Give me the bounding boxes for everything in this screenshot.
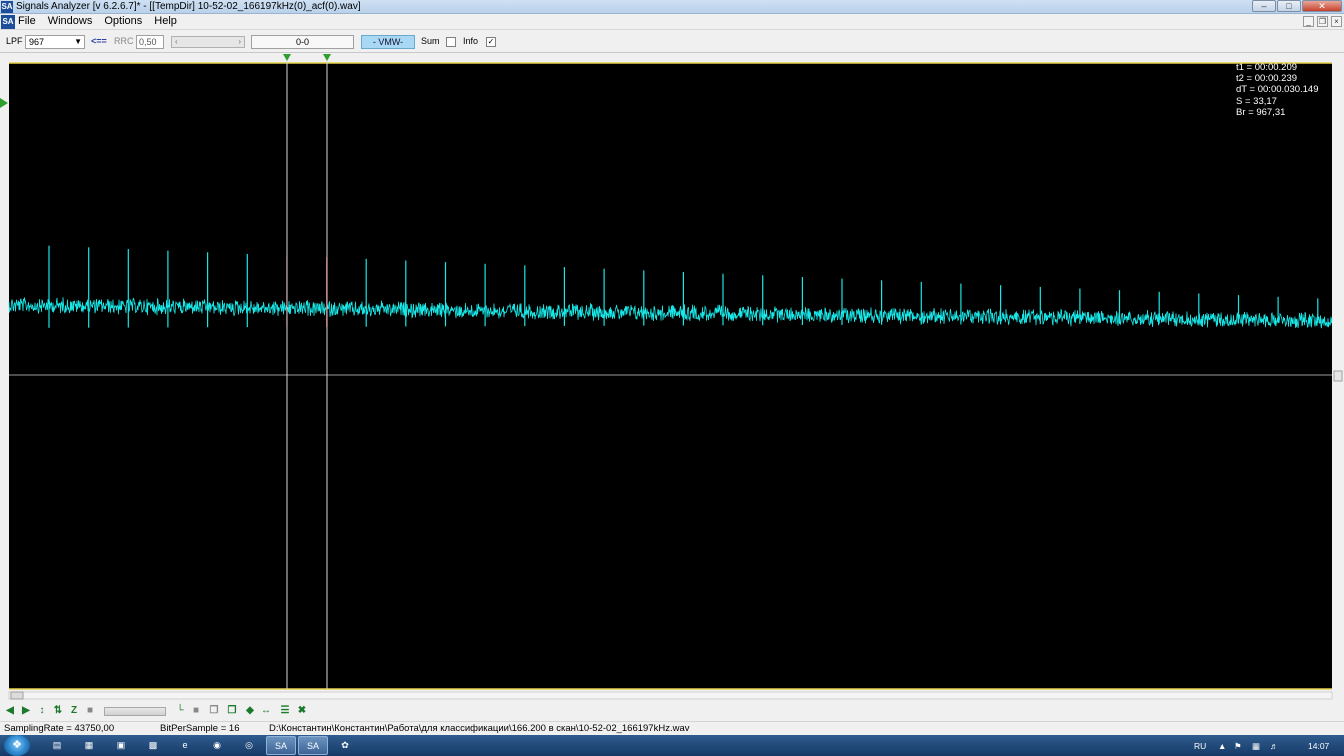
excel-icon[interactable]: ▣ xyxy=(106,736,136,755)
maximize-icon[interactable]: □ xyxy=(1277,0,1301,12)
zoom-slider[interactable] xyxy=(104,707,166,716)
info-label: Info xyxy=(463,36,479,46)
status-bar: SamplingRate = 43750,00 BitPerSample = 1… xyxy=(0,721,1344,735)
language-indicator[interactable]: RU xyxy=(1194,741,1206,751)
chevron-down-icon: ▼ xyxy=(74,37,82,46)
diamond-icon[interactable]: ◆ xyxy=(244,705,256,717)
close-icon[interactable]: ✕ xyxy=(1302,0,1342,12)
zoom-vertical-icon[interactable]: ↕ xyxy=(36,705,48,717)
system-tray: RU ▲ ⚑ ▦ ♬ 14:07 xyxy=(1184,735,1344,756)
cursor-t1-marker xyxy=(283,54,291,61)
scroll-right-icon[interactable]: › xyxy=(238,37,241,46)
menu-options[interactable]: Options xyxy=(104,14,142,29)
window-controls: – □ ✕ xyxy=(1252,0,1342,13)
horizontal-scrollbar xyxy=(8,691,1333,700)
rrc-input[interactable]: 0,50 xyxy=(136,35,164,49)
minimize-icon[interactable]: – xyxy=(1252,0,1276,12)
mdi-restore-icon[interactable]: ❐ xyxy=(1317,16,1328,27)
bottom-toolbar: ◀ ▶ ↕ ⇅ Z ■ └ ■ ❐ ❐ ◆ ↔ ☰ ✖ xyxy=(0,701,1344,721)
menu-list: File Windows Options Help xyxy=(18,14,177,29)
crop-icon[interactable]: └ xyxy=(174,705,186,717)
menu-file[interactable]: File xyxy=(18,14,36,29)
app-icon: SA xyxy=(1,1,13,13)
bars-icon[interactable]: ☰ xyxy=(279,705,291,717)
s-readout: S = 33,17 xyxy=(1236,95,1277,107)
sampling-rate: SamplingRate = 43750,00 xyxy=(4,723,115,734)
range-field[interactable]: 0-0 xyxy=(251,35,354,49)
t2-readout: t2 = 00:00.239 xyxy=(1236,73,1298,85)
rrc-label: RRC xyxy=(114,36,134,46)
mdi-app-icon[interactable]: SA xyxy=(1,15,15,29)
mode-button[interactable]: - VMW- xyxy=(361,35,415,49)
file-path: D:\Константин\Константин\Работа\для клас… xyxy=(269,723,690,734)
taskbar: ❖ ▤ ▦ ▣ ▩ e ◉ ◎ SA SA ✿ RU ▲ ⚑ ▦ ♬ 14:07 xyxy=(0,735,1344,756)
ie-icon[interactable]: e xyxy=(170,736,200,755)
totalcmd-icon[interactable]: ▦ xyxy=(74,736,104,755)
toolbar: LPF 967 ▼ <== RRC 0,50 ‹ › 0-0 - VMW- Su… xyxy=(0,31,1344,53)
measurement-panel: t1 = 00:00.209 t2 = 00:00.239 dT = 00:00… xyxy=(1236,62,1319,118)
zoom-fit-vertical-icon[interactable]: ⇅ xyxy=(52,705,64,717)
nav-left-right-icon[interactable]: ◀ xyxy=(4,705,16,717)
lpf-value: 967 xyxy=(29,37,45,47)
flag-icon[interactable]: ⚑ xyxy=(1234,741,1242,752)
copy-icon[interactable]: ❐ xyxy=(208,705,220,717)
offset-scrollbar[interactable]: ‹ › xyxy=(171,36,245,48)
menu-bar: SA File Windows Options Help _ ❐ × xyxy=(0,14,1344,30)
apply-arrow-button[interactable]: <== xyxy=(91,36,107,46)
explorer-icon[interactable]: ▤ xyxy=(42,736,72,755)
start-button-icon[interactable]: ❖ xyxy=(4,735,30,756)
cross-icon[interactable]: ✖ xyxy=(296,705,308,717)
zoom-plus-icon[interactable]: Z xyxy=(68,705,80,717)
vertical-scroll-thumb xyxy=(1333,370,1343,382)
signal-plot[interactable] xyxy=(0,53,1344,701)
sum-checkbox[interactable] xyxy=(446,37,456,47)
clock[interactable]: 14:07 xyxy=(1308,741,1329,751)
mdi-minimize-icon[interactable]: _ xyxy=(1303,16,1314,27)
bits-per-sample: BitPerSample = 16 xyxy=(160,723,240,734)
menu-help[interactable]: Help xyxy=(154,14,177,29)
plot-area[interactable]: t1 = 00:00.209 t2 = 00:00.239 dT = 00:00… xyxy=(0,53,1344,701)
lpf-label: LPF xyxy=(6,36,23,46)
tray-expand-icon[interactable]: ▲ xyxy=(1218,741,1226,751)
network-icon[interactable]: ▦ xyxy=(1252,741,1260,752)
nav-fit-icon[interactable]: ▶ xyxy=(20,705,32,717)
sum-label: Sum xyxy=(421,36,440,46)
br-readout: Br = 967,31 xyxy=(1236,106,1286,118)
signals-analyzer-1-icon[interactable]: SA xyxy=(266,736,296,755)
chrome-icon[interactable]: ◎ xyxy=(234,736,264,755)
mdi-controls: _ ❐ × xyxy=(1303,16,1342,27)
fit-width-icon[interactable]: ↔ xyxy=(260,705,272,717)
cursor-t2-marker xyxy=(323,54,331,61)
left-level-marker xyxy=(0,98,8,108)
t1-readout: t1 = 00:00.209 xyxy=(1236,62,1298,73)
stop-icon[interactable]: ■ xyxy=(84,705,96,717)
sheet-icon[interactable]: ▩ xyxy=(138,736,168,755)
title-bar: SA Signals Analyzer [v 6.2.6.7]* - [[Tem… xyxy=(0,0,1344,14)
plot-background xyxy=(9,63,1332,689)
horizontal-scroll-thumb xyxy=(10,691,24,700)
volume-icon[interactable]: ♬ xyxy=(1270,741,1279,751)
speaker-app-icon[interactable]: ◉ xyxy=(202,736,232,755)
info-checkbox[interactable]: ✓ xyxy=(486,37,496,47)
stop-square-icon[interactable]: ■ xyxy=(190,705,202,717)
window-title: Signals Analyzer [v 6.2.6.7]* - [[TempDi… xyxy=(16,1,361,12)
lpf-select[interactable]: 967 ▼ xyxy=(25,35,85,49)
dt-readout: dT = 00:00.030.149 xyxy=(1236,84,1319,96)
menu-windows[interactable]: Windows xyxy=(48,14,93,29)
scroll-left-icon[interactable]: ‹ xyxy=(175,37,178,46)
mdi-close-icon[interactable]: × xyxy=(1331,16,1342,27)
signals-analyzer-2-icon[interactable]: SA xyxy=(298,736,328,755)
paste-icon[interactable]: ❐ xyxy=(226,705,238,717)
screen: SA Signals Analyzer [v 6.2.6.7]* - [[Tem… xyxy=(0,0,1344,756)
paint-icon[interactable]: ✿ xyxy=(330,736,360,755)
